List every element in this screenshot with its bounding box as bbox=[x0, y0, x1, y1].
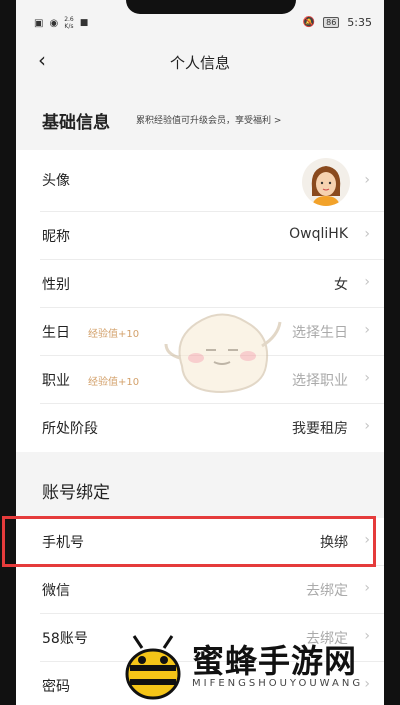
nickname-value: OwqliHK bbox=[289, 226, 348, 242]
status-left: ▣ ◉ 2.6 K/s ■ bbox=[34, 16, 88, 30]
gender-label: 性别 bbox=[42, 277, 70, 293]
account-binding-header: 账号绑定 bbox=[16, 466, 384, 516]
title-bar: ‹ 个人信息 bbox=[16, 40, 384, 84]
app-screen: ▣ ◉ 2.6 K/s ■ 🔕 86 5:35 ‹ 个人信息 基础信息 累积经验… bbox=[16, 0, 384, 705]
sim-icon: ▣ bbox=[34, 17, 44, 29]
member-upgrade-link[interactable]: 累积经验值可升级会员，享受福利 > bbox=[136, 113, 281, 126]
bee-logo-icon bbox=[125, 635, 181, 700]
mute-icon: 🔕 bbox=[302, 17, 316, 28]
network-speed-value: 2.6 bbox=[64, 16, 74, 23]
account-58-label: 58账号 bbox=[42, 631, 88, 647]
chevron-right-icon: › bbox=[364, 370, 370, 386]
clock: 5:35 bbox=[347, 16, 372, 29]
nickname-row[interactable]: 昵称 OwqliHK › bbox=[16, 212, 384, 260]
account-binding-title: 账号绑定 bbox=[42, 483, 110, 503]
nickname-label: 昵称 bbox=[42, 229, 70, 245]
chevron-right-icon: › bbox=[364, 322, 370, 338]
phone-row-highlight bbox=[2, 516, 376, 567]
page-title: 个人信息 bbox=[169, 54, 230, 72]
chevron-right-icon: › bbox=[364, 172, 370, 188]
password-label: 密码 bbox=[42, 679, 70, 695]
job-exp-hint: 经验值+10 bbox=[88, 377, 140, 388]
status-right: 🔕 86 5:35 bbox=[303, 16, 372, 29]
basic-info-header: 基础信息 累积经验值可升级会员，享受福利 > bbox=[16, 96, 384, 146]
chevron-right-icon: › bbox=[364, 274, 370, 290]
avatar-label: 头像 bbox=[42, 173, 70, 189]
battery-indicator: 86 bbox=[323, 17, 340, 28]
avatar-row[interactable]: 头像 › bbox=[16, 150, 384, 212]
stage-label: 所处阶段 bbox=[42, 421, 98, 437]
birthday-exp-hint: 经验值+10 bbox=[88, 329, 140, 340]
network-speed: 2.6 K/s bbox=[64, 16, 74, 30]
gender-row[interactable]: 性别 女 › bbox=[16, 260, 384, 308]
wifi-icon: ◉ bbox=[49, 17, 59, 29]
stage-value: 我要租房 bbox=[292, 421, 348, 437]
site-watermark: 蜜蜂手游网 MIFENGSHOUYOUWANG bbox=[118, 632, 388, 704]
gender-value: 女 bbox=[334, 277, 348, 293]
network-speed-unit: K/s bbox=[64, 23, 74, 30]
phone-frame: ▣ ◉ 2.6 K/s ■ 🔕 86 5:35 ‹ 个人信息 基础信息 累积经验… bbox=[0, 0, 400, 705]
wechat-label: 微信 bbox=[42, 583, 70, 599]
job-value: 选择职业 bbox=[292, 373, 348, 389]
wechat-value: 去绑定 bbox=[306, 583, 348, 599]
birthday-value: 选择生日 bbox=[292, 325, 348, 341]
chevron-right-icon: › bbox=[364, 226, 370, 242]
job-label: 职业 bbox=[42, 373, 70, 389]
wechat-row[interactable]: 微信 去绑定 › bbox=[16, 566, 384, 614]
watermark-text: 蜜蜂手游网 bbox=[192, 642, 358, 680]
notification-icon: ■ bbox=[79, 18, 89, 28]
stage-row[interactable]: 所处阶段 我要租房 › bbox=[16, 404, 384, 452]
basic-info-title: 基础信息 bbox=[42, 113, 110, 133]
birthday-label: 生日 bbox=[42, 325, 70, 341]
avatar-image bbox=[311, 166, 341, 206]
chevron-right-icon: › bbox=[364, 418, 370, 434]
mascot-watermark bbox=[164, 313, 282, 394]
avatar[interactable] bbox=[302, 158, 350, 206]
watermark-subtext: MIFENGSHOUYOUWANG bbox=[192, 678, 364, 689]
camera-notch bbox=[126, 0, 296, 14]
chevron-right-icon: › bbox=[364, 580, 370, 596]
